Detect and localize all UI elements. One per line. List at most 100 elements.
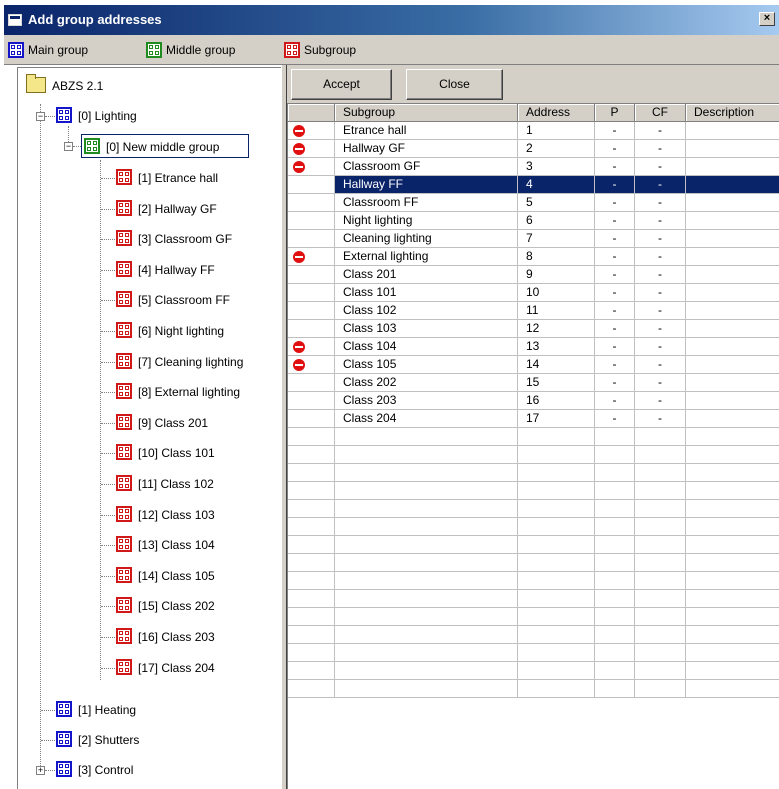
close-window-button[interactable]: × <box>759 12 775 26</box>
table-row[interactable]: Class 204 17- - <box>288 410 779 428</box>
tree-subgroup-node[interactable]: [12] Class 103 <box>116 503 276 527</box>
description-cell[interactable] <box>686 410 779 428</box>
main-group-icon <box>56 701 72 717</box>
cf-cell: - <box>635 248 686 266</box>
table-row[interactable]: Night lighting 6- - <box>288 212 779 230</box>
tree-node-label: [17] Class 204 <box>138 660 215 675</box>
table-row[interactable]: External lighting 8- - <box>288 248 779 266</box>
empty-cell <box>635 518 686 536</box>
tree-subgroup-node[interactable]: [8] External lighting <box>116 380 276 404</box>
empty-cell <box>518 482 595 500</box>
tree-line <box>101 575 115 577</box>
table-row[interactable]: Classroom GF 3- - <box>288 158 779 176</box>
tree-middle-group[interactable]: [0] New middle group <box>81 134 249 158</box>
cf-cell: - <box>635 194 686 212</box>
p-cell: - <box>595 230 635 248</box>
empty-cell <box>595 590 635 608</box>
description-cell[interactable] <box>686 122 779 140</box>
tree-subgroup-node[interactable]: [14] Class 105 <box>116 564 276 588</box>
description-cell[interactable] <box>686 266 779 284</box>
table-row[interactable]: Class 101 10- - <box>288 284 779 302</box>
tab-middle-group[interactable]: Middle group <box>146 42 276 60</box>
table-row[interactable]: Classroom FF 5- - <box>288 194 779 212</box>
table-row[interactable]: Hallway FF 4- - <box>288 176 779 194</box>
description-cell[interactable] <box>686 320 779 338</box>
empty-cell <box>595 500 635 518</box>
tree-subgroup-node[interactable]: [11] Class 102 <box>116 472 276 496</box>
empty-cell <box>335 464 518 482</box>
column-header-description[interactable]: Description <box>686 104 779 122</box>
table-row[interactable]: Etrance hall 1- - <box>288 122 779 140</box>
subgroup-icon <box>116 352 132 369</box>
description-cell[interactable] <box>686 230 779 248</box>
column-header-subgroup[interactable]: Subgroup <box>335 104 518 122</box>
tree-node-label: [1] Etrance hall <box>138 171 219 185</box>
tree-subgroup-node[interactable]: [10] Class 101 <box>116 441 276 465</box>
description-cell[interactable] <box>686 176 779 194</box>
table-row[interactable]: Class 103 12- - <box>288 320 779 338</box>
tree-subgroup-node[interactable]: [1] Etrance hall <box>116 166 276 190</box>
tree-subgroup-node[interactable]: [4] Hallway FF <box>116 258 276 282</box>
tab-main-group[interactable]: Main group <box>8 42 128 60</box>
table-row[interactable]: Class 105 14- - <box>288 356 779 374</box>
tree-main-group-shutters[interactable]: [2] Shutters <box>56 728 256 752</box>
tree-subgroup-node[interactable]: [16] Class 203 <box>116 625 276 649</box>
tree-subgroup-node[interactable]: [2] Hallway GF <box>116 197 276 221</box>
table-row[interactable]: Cleaning lighting 7- - <box>288 230 779 248</box>
description-cell[interactable] <box>686 284 779 302</box>
empty-cell <box>518 608 595 626</box>
table-row[interactable]: Class 203 16- - <box>288 392 779 410</box>
tree-subgroup-node[interactable]: [6] Night lighting <box>116 319 276 343</box>
empty-table-row <box>288 464 779 482</box>
collapse-lighting-toggle[interactable]: − <box>36 112 45 121</box>
description-cell[interactable] <box>686 248 779 266</box>
empty-cell <box>635 590 686 608</box>
status-cell <box>288 266 335 284</box>
tree-node-label: [7] Cleaning lighting <box>138 354 244 369</box>
tree-line <box>101 239 115 241</box>
tree-subgroup-node[interactable]: [15] Class 202 <box>116 594 276 618</box>
tree-subgroup-node[interactable]: [5] Classroom FF <box>116 288 276 312</box>
description-cell[interactable] <box>686 392 779 410</box>
empty-cell <box>635 446 686 464</box>
description-cell[interactable] <box>686 302 779 320</box>
tree-line <box>40 104 41 772</box>
column-header-cf[interactable]: CF <box>635 104 686 122</box>
table-row[interactable]: Class 104 13- - <box>288 338 779 356</box>
description-cell[interactable] <box>686 212 779 230</box>
tree-line <box>101 300 115 302</box>
tree-subgroup-node[interactable]: [9] Class 201 <box>116 411 276 435</box>
empty-table-row <box>288 500 779 518</box>
description-cell[interactable] <box>686 194 779 212</box>
description-cell[interactable] <box>686 374 779 392</box>
table-row[interactable]: Class 202 15- - <box>288 374 779 392</box>
description-cell[interactable] <box>686 338 779 356</box>
status-cell <box>288 680 335 698</box>
column-header-address[interactable]: Address <box>518 104 595 122</box>
description-cell[interactable] <box>686 158 779 176</box>
tab-subgroup[interactable]: Subgroup <box>284 42 384 60</box>
tree-main-group-lighting[interactable]: [0] Lighting <box>56 104 256 128</box>
tree-node-label: [11] Class 102 <box>138 477 214 491</box>
table-row[interactable]: Hallway GF 2- - <box>288 140 779 158</box>
tree-subgroup-node[interactable]: [17] Class 204 <box>116 656 276 680</box>
status-column-header <box>288 104 335 122</box>
tree-subgroup-node[interactable]: [7] Cleaning lighting <box>116 350 276 374</box>
tree-subgroup-node[interactable]: [3] Classroom GF <box>116 227 276 251</box>
tree-main-group-heating[interactable]: [1] Heating <box>56 698 256 722</box>
tree-subgroup-node[interactable]: [13] Class 104 <box>116 533 276 557</box>
description-cell[interactable] <box>686 140 779 158</box>
column-header-p[interactable]: P <box>595 104 635 122</box>
description-cell[interactable] <box>686 356 779 374</box>
table-row[interactable]: Class 201 9- - <box>288 266 779 284</box>
tree-main-group-control[interactable]: [3] Control <box>56 758 256 782</box>
close-button[interactable]: Close <box>406 69 503 100</box>
table-row[interactable]: Class 102 11- - <box>288 302 779 320</box>
tree-root[interactable]: ABZS 2.1 <box>26 74 266 98</box>
status-cell <box>288 230 335 248</box>
accept-button[interactable]: Accept <box>291 69 392 100</box>
expand-control-toggle[interactable]: + <box>36 766 45 775</box>
collapse-middle-group-toggle[interactable]: − <box>64 142 73 151</box>
empty-cell <box>595 572 635 590</box>
group-type-tabs: Main group Middle group Subgroup <box>4 35 779 65</box>
